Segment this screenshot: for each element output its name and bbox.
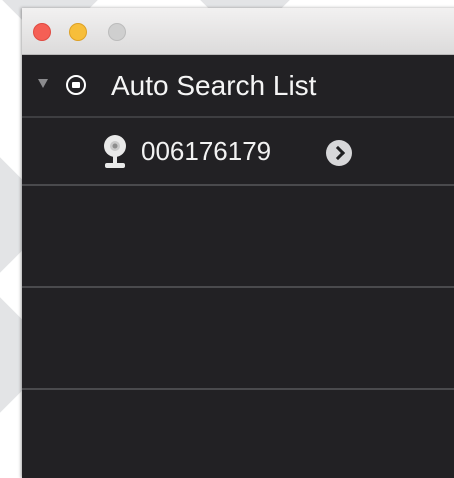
device-list: Auto Search List 006176179 (22, 54, 454, 478)
app-window: Auto Search List 006176179 (22, 8, 454, 478)
list-row-empty (22, 186, 454, 288)
close-window-button[interactable] (33, 23, 51, 41)
camera-icon (104, 135, 126, 168)
device-row[interactable]: 006176179 (22, 118, 454, 186)
zoom-window-button (108, 23, 126, 41)
list-row-empty (22, 288, 454, 390)
folder-circle-icon (66, 75, 86, 95)
disclosure-triangle-icon[interactable] (38, 79, 48, 88)
group-row-auto-search-list[interactable]: Auto Search List (22, 54, 454, 118)
title-bar[interactable] (22, 8, 454, 55)
group-label: Auto Search List (111, 70, 317, 101)
chevron-right-circle-icon[interactable] (326, 140, 352, 166)
device-id-label: 006176179 (141, 136, 272, 166)
minimize-window-button[interactable] (69, 23, 87, 41)
